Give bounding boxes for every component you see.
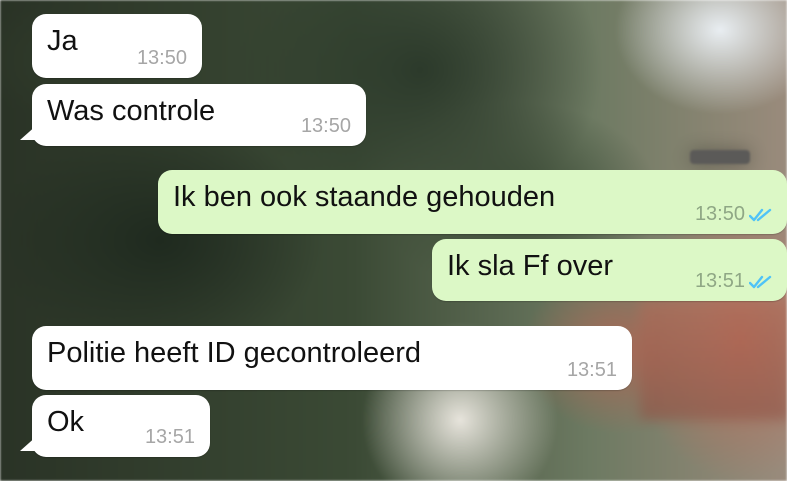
message-bubble-incoming[interactable]: Ok 13:51	[20, 395, 210, 457]
message-text: Ok	[47, 406, 85, 438]
wallpaper-house	[640, 300, 787, 420]
double-check-icon	[749, 208, 772, 221]
message-time: 13:50	[694, 203, 745, 225]
message-time: 13:51	[566, 359, 617, 381]
message-bubble-outgoing[interactable]: Ik ben ook staande gehouden 13:50	[158, 170, 787, 234]
message-time: 13:51	[144, 426, 195, 448]
message-text: Ik sla Ff over	[447, 250, 613, 282]
message-text: Ik ben ook staande gehouden	[173, 181, 556, 213]
message-text: Politie heeft ID gecontroleerd	[47, 337, 421, 369]
message-bubble-incoming[interactable]: Politie heeft ID gecontroleerd 13:51	[32, 326, 632, 390]
wallpaper-roof	[690, 150, 750, 164]
message-meta: 13:51	[695, 270, 775, 293]
message-text: Was controle	[47, 95, 216, 127]
message-time: 13:50	[136, 47, 187, 69]
message-text: Ja	[47, 25, 78, 57]
message-bubble-outgoing[interactable]: Ik sla Ff over 13:51	[432, 239, 787, 301]
message-time: 13:50	[300, 115, 351, 137]
message-meta: 13:50	[695, 203, 775, 226]
message-bubble-incoming[interactable]: Was controle 13:50	[20, 84, 366, 146]
double-check-icon	[749, 275, 772, 288]
message-bubble-incoming[interactable]: Ja 13:50	[32, 14, 202, 78]
message-time: 13:51	[694, 270, 745, 292]
